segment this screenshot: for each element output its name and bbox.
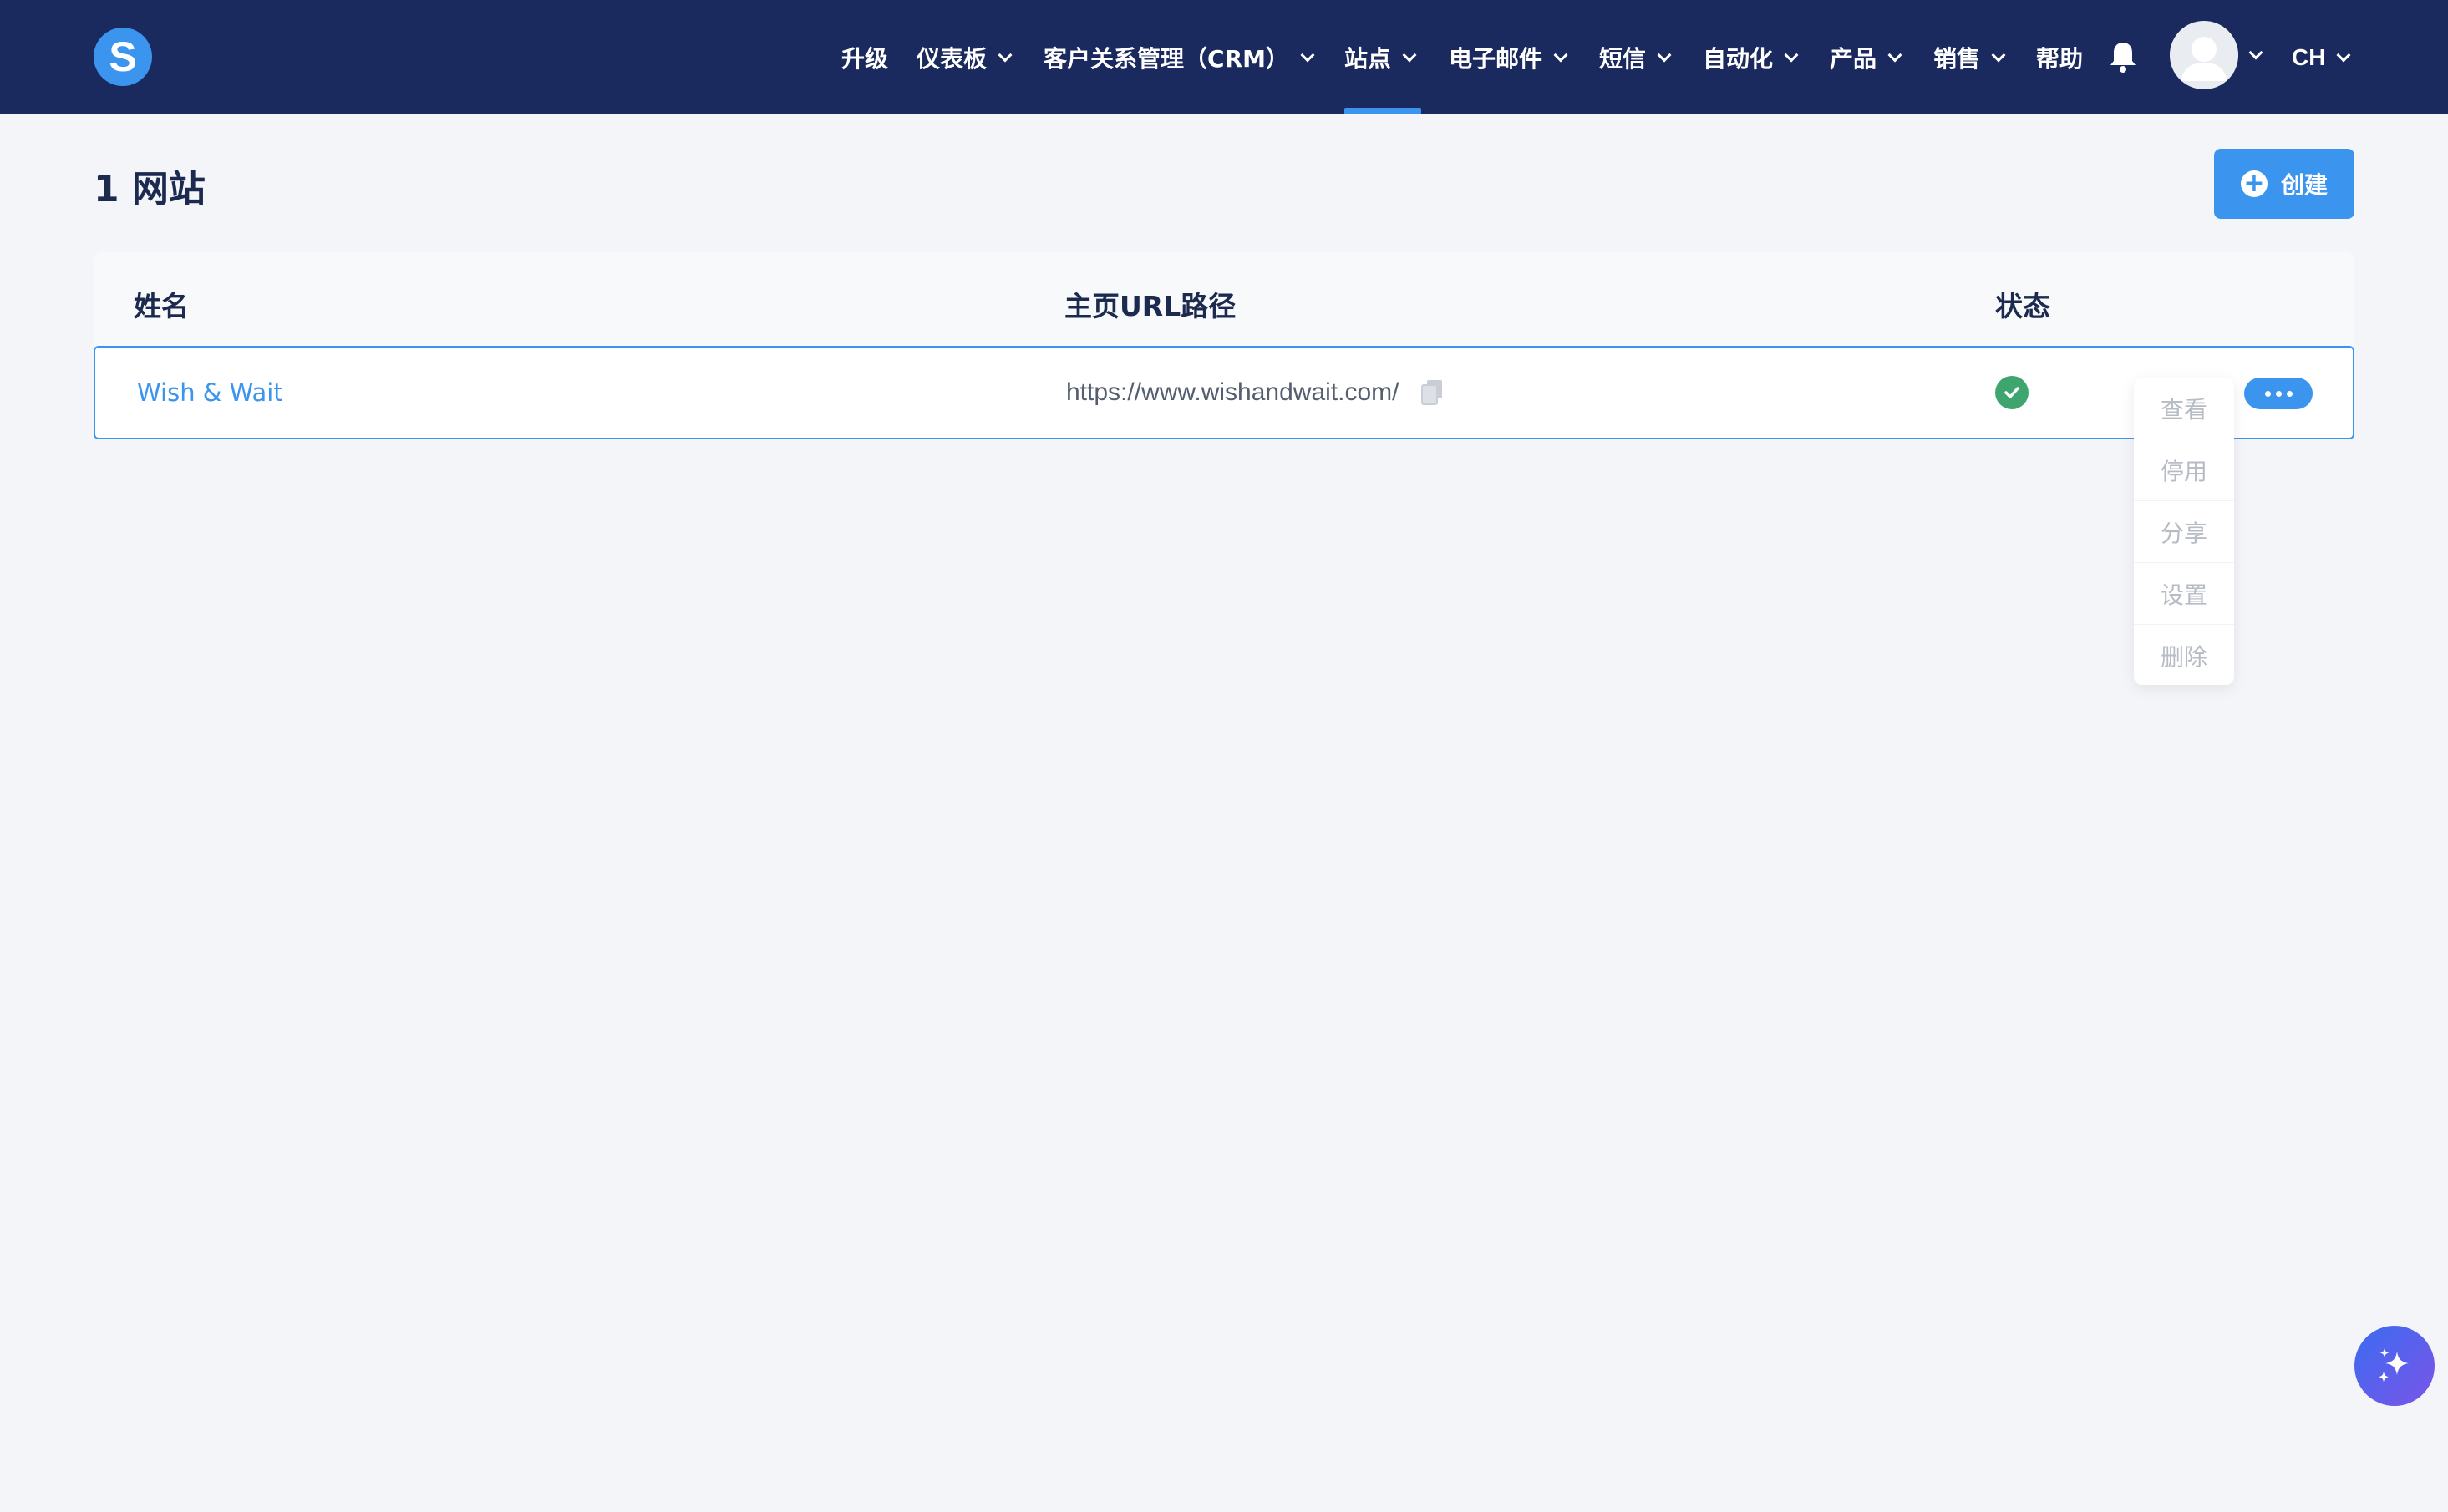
logo-letter: S — [109, 33, 137, 80]
chevron-down-icon — [1553, 48, 1568, 62]
nav-item-help[interactable]: 帮助 — [2036, 0, 2083, 114]
more-dot — [2286, 390, 2293, 397]
plus-circle-icon: + — [2240, 170, 2268, 197]
chevron-down-icon — [1657, 48, 1672, 62]
chevron-down-icon[interactable] — [2248, 45, 2263, 60]
nav-item-sites[interactable]: 站点 — [1344, 0, 1417, 114]
menu-item-delete[interactable]: 删除 — [2134, 625, 2234, 687]
site-name-link[interactable]: Wish & Wait — [137, 378, 283, 407]
menu-item-settings[interactable]: 设置 — [2134, 563, 2234, 625]
nav-item-label: 产品 — [1830, 44, 1877, 73]
nav-item-email[interactable]: 电子邮件 — [1449, 0, 1568, 114]
column-header-name[interactable]: 姓名 — [134, 284, 189, 324]
sparkles-icon — [2379, 1348, 2409, 1383]
menu-item-share[interactable]: 分享 — [2134, 501, 2234, 563]
chevron-down-icon — [998, 48, 1013, 62]
bell-icon[interactable] — [2109, 40, 2137, 74]
column-header-status[interactable]: 状态 — [1995, 284, 2050, 324]
language-label: CH — [2292, 43, 2326, 70]
menu-item-view[interactable]: 查看 — [2134, 378, 2234, 439]
more-dot — [2275, 390, 2282, 397]
nav-item-label: 仪表板 — [917, 44, 988, 73]
nav-item-label: 电子邮件 — [1449, 44, 1543, 73]
nav-item-label: 客户关系管理（CRM） — [1044, 44, 1289, 73]
language-selector[interactable]: CH — [2292, 0, 2351, 114]
nav-item-sales[interactable]: 销售 — [1933, 0, 2006, 114]
chevron-down-icon — [1991, 48, 2006, 62]
user-avatar-icon[interactable] — [2170, 21, 2238, 89]
chevron-down-icon — [1784, 48, 1799, 62]
chevron-down-icon — [1887, 48, 1902, 62]
nav-item-label: 帮助 — [2036, 44, 2084, 73]
nav-item-products[interactable]: 产品 — [1830, 0, 1902, 114]
page-title: 1 网站 — [94, 168, 206, 211]
nav-item-automation[interactable]: 自动化 — [1703, 0, 1799, 114]
nav-item-upgrade[interactable]: 升级 — [841, 0, 888, 114]
chevron-down-icon — [1402, 48, 1417, 62]
create-button[interactable]: + 创建 — [2214, 149, 2354, 219]
nav-item-label: 销售 — [1933, 44, 1981, 73]
create-button-label: 创建 — [2280, 171, 2328, 199]
more-dot — [2264, 390, 2271, 397]
table-row[interactable]: Wish & Wait https://www.wishandwait.com/ — [94, 346, 2354, 439]
nav-item-label: 自动化 — [1703, 44, 1774, 73]
chevron-down-icon — [1300, 48, 1315, 62]
chevron-down-icon — [2336, 48, 2351, 62]
nav-item-label: 站点 — [1344, 44, 1392, 73]
column-header-url[interactable]: 主页URL路径 — [1064, 284, 1236, 324]
table-header: 姓名 主页URL路径 状态 — [94, 252, 2354, 346]
ai-assistant-button[interactable] — [2354, 1326, 2435, 1406]
nav-item-dashboard[interactable]: 仪表板 — [917, 0, 1013, 114]
app-logo[interactable]: S — [94, 28, 152, 86]
site-url: https://www.wishandwait.com/ — [1066, 378, 1399, 406]
nav-item-sms[interactable]: 短信 — [1599, 0, 1672, 114]
copy-icon[interactable] — [1420, 379, 1444, 406]
status-active-icon — [1995, 376, 2029, 409]
active-tab-indicator — [1344, 108, 1421, 114]
menu-item-deactivate[interactable]: 停用 — [2134, 439, 2234, 501]
nav-item-crm[interactable]: 客户关系管理（CRM） — [1044, 0, 1315, 114]
row-actions-menu: 查看 停用 分享 设置 删除 — [2134, 378, 2234, 685]
top-navigation-bar: S 升级 仪表板 客户关系管理（CRM） 站点 电子邮件 短信 自动化 产品 销… — [0, 0, 2448, 114]
nav-item-label: 短信 — [1599, 44, 1647, 73]
nav-item-label: 升级 — [841, 44, 889, 73]
more-actions-button[interactable] — [2244, 378, 2313, 409]
